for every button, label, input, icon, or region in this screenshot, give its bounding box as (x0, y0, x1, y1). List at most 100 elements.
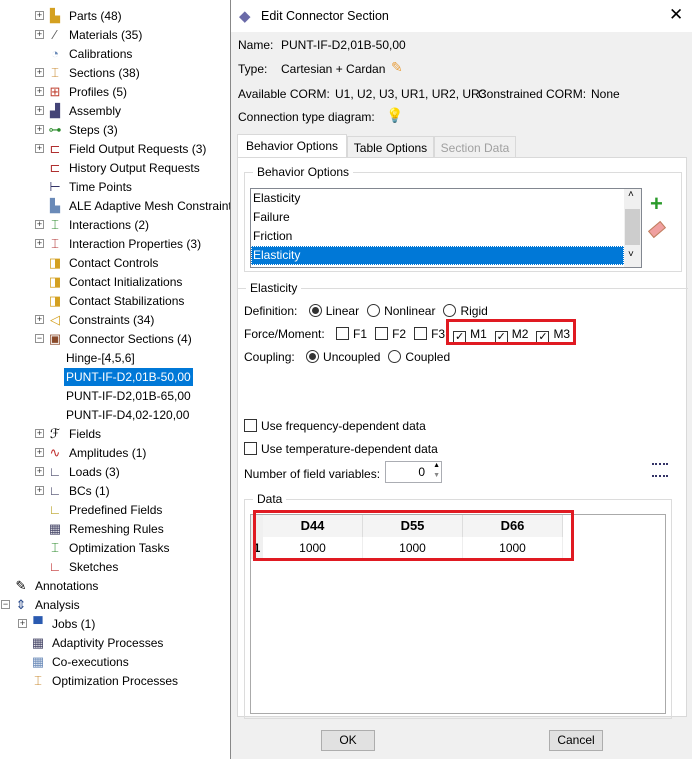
tree-item-label: Co-executions (52, 655, 129, 669)
tree-item-label: Parts (48) (69, 9, 122, 23)
tree-item[interactable]: ⌶ Optimization Processes (0, 672, 232, 690)
radio-uncoupled[interactable]: Uncoupled (306, 350, 380, 364)
checkbox-f3[interactable]: F3 (414, 327, 445, 341)
scroll-down-icon[interactable]: ˅ (628, 249, 634, 260)
tree-item[interactable]: + ⌶ Sections (38) (0, 64, 232, 82)
collapse-icon[interactable]: − (1, 600, 10, 609)
tree-item[interactable]: ▙ ALE Adaptive Mesh Constraints (0, 197, 238, 215)
table-options-icon[interactable] (652, 463, 668, 477)
expand-icon[interactable]: + (35, 68, 44, 77)
tree-item[interactable]: ◔ Calibrations (0, 45, 232, 63)
fields-icon: ℱ (49, 426, 61, 441)
radio-nonlinear[interactable]: Nonlinear (367, 304, 435, 318)
field-variables-spinner[interactable]: 0 ▲ ▼ (385, 461, 442, 483)
behavior-list-item[interactable]: Elasticity (251, 246, 624, 265)
tree-item[interactable]: + ∿ Amplitudes (1) (0, 444, 232, 462)
expand-icon[interactable]: + (35, 106, 44, 115)
parts-icon: ▙ (50, 8, 60, 23)
steps-icon: ⊶ (48, 122, 62, 137)
tree-item[interactable]: ∟ Predefined Fields (0, 501, 232, 519)
expand-icon[interactable]: + (35, 239, 44, 248)
scroll-thumb[interactable] (625, 209, 640, 245)
lightbulb-icon[interactable]: 💡 (386, 107, 403, 124)
tree-item[interactable]: − ▣ Connector Sections (4) (0, 330, 232, 348)
spin-down-icon[interactable]: ▼ (433, 472, 440, 479)
tree-item[interactable]: + ▟ Assembly (0, 102, 232, 120)
tree-item[interactable]: + ⊞ Profiles (5) (0, 83, 232, 101)
expand-icon[interactable]: + (35, 429, 44, 438)
tree-item[interactable]: ◨ Contact Stabilizations (0, 292, 232, 310)
radio-linear[interactable]: Linear (308, 304, 359, 318)
ale-mesh-icon: ▙ (50, 198, 60, 213)
tree-item[interactable]: ✎ Annotations (0, 577, 232, 595)
spin-up-icon[interactable]: ▲ (433, 462, 440, 469)
tree-item[interactable]: ⊏ History Output Requests (0, 159, 232, 177)
tree-item[interactable]: ◨ Contact Initializations (0, 273, 232, 291)
tree-item[interactable]: PUNT-IF-D2,01B-65,00 (0, 387, 232, 405)
expand-icon[interactable]: + (35, 144, 44, 153)
tree-item[interactable]: + ℱ Fields (0, 425, 232, 443)
tree-item[interactable]: − ⇕ Analysis (0, 596, 232, 614)
checkbox-f2[interactable]: F2 (375, 327, 406, 341)
tree-item[interactable]: Hinge-[4,5,6] (0, 349, 232, 367)
tree-item[interactable]: + ⊶ Steps (3) (0, 121, 232, 139)
tree-item[interactable]: + ⁄ Materials (35) (0, 26, 232, 44)
expand-icon[interactable]: + (35, 87, 44, 96)
tree-item[interactable]: ∟ Sketches (0, 558, 232, 576)
edit-pencil-icon[interactable]: ✎ (391, 59, 403, 76)
tree-item[interactable]: ◨ Contact Controls (0, 254, 232, 272)
tree-item[interactable]: + ▀ Jobs (1) (0, 615, 232, 633)
tab-table-options[interactable]: Table Options (347, 136, 434, 158)
expand-icon[interactable]: + (35, 30, 44, 39)
expand-icon[interactable]: + (35, 11, 44, 20)
tree-item[interactable]: ▦ Co-executions (0, 653, 232, 671)
tree-item[interactable]: + ⌶ Interaction Properties (3) (0, 235, 232, 253)
expand-icon[interactable]: + (35, 315, 44, 324)
contact-controls-icon: ◨ (48, 255, 62, 270)
tree-item[interactable]: ▦ Adaptivity Processes (0, 634, 232, 652)
expand-icon[interactable]: + (35, 467, 44, 476)
tree-item-label: History Output Requests (69, 161, 200, 175)
tree-item[interactable]: PUNT-IF-D2,01B-50,00 (0, 368, 232, 386)
tree-item[interactable]: ⊢ Time Points (0, 178, 232, 196)
radio-coupled[interactable]: Coupled (388, 350, 450, 364)
tree-item-label: Interactions (2) (69, 218, 150, 232)
list-scrollbar[interactable]: ˄ ˅ (624, 189, 641, 267)
collapse-icon[interactable]: − (35, 334, 44, 343)
tab-behavior-options[interactable]: Behavior Options (237, 134, 347, 159)
checkbox-f1[interactable]: F1 (336, 327, 367, 341)
tree-item[interactable]: ⌶ Optimization Tasks (0, 539, 232, 557)
tree-item[interactable]: + ∟ Loads (3) (0, 463, 232, 481)
tree-item-label: Adaptivity Processes (52, 636, 164, 650)
tree-item[interactable]: ▦ Remeshing Rules (0, 520, 232, 538)
behavior-list[interactable]: Elasticity Failure Friction Elasticity ˄ ˅ (250, 188, 642, 268)
tree-item[interactable]: + ▙ Parts (48) (0, 7, 232, 25)
radio-rigid[interactable]: Rigid (443, 304, 488, 318)
expand-icon[interactable]: + (35, 486, 44, 495)
tree-item-label: Remeshing Rules (69, 522, 164, 536)
add-behavior-icon[interactable]: + (650, 191, 663, 217)
tab-panel: Behavior Options Elasticity Failure Fricti… (237, 157, 688, 719)
tree-item[interactable]: + ∟ BCs (1) (0, 482, 232, 500)
behavior-list-item[interactable]: Elasticity (251, 189, 624, 208)
tree-item[interactable]: + ⌶ Interactions (2) (0, 216, 232, 234)
expand-icon[interactable]: + (35, 125, 44, 134)
type-label: Type: (238, 62, 268, 76)
eraser-icon[interactable] (647, 220, 667, 239)
frequency-dependent-checkbox[interactable]: Use frequency-dependent data (244, 419, 426, 433)
expand-icon[interactable]: + (35, 448, 44, 457)
expand-icon[interactable]: + (18, 619, 27, 628)
tree-item[interactable]: + ⊏ Field Output Requests (3) (0, 140, 232, 158)
ok-button[interactable]: OK (321, 730, 375, 751)
expand-icon[interactable]: + (35, 220, 44, 229)
cancel-button[interactable]: Cancel (549, 730, 603, 751)
scroll-up-icon[interactable]: ˄ (628, 189, 634, 200)
available-corm-value: U1, U2, U3, UR1, UR2, UR3 (335, 87, 487, 101)
close-icon[interactable]: ✕ (669, 5, 683, 25)
behavior-list-item[interactable]: Failure (251, 208, 624, 227)
tree-item[interactable]: PUNT-IF-D4,02-120,00 (0, 406, 232, 424)
tree-item[interactable]: + ◁ Constraints (34) (0, 311, 232, 329)
coupling-row: Coupling: Uncoupled Coupled (244, 350, 451, 364)
behavior-list-item[interactable]: Friction (251, 227, 624, 246)
temperature-dependent-checkbox[interactable]: Use temperature-dependent data (244, 442, 438, 456)
